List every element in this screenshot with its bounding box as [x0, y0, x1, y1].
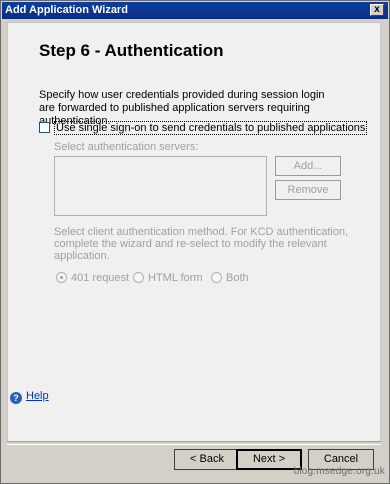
help-link-row[interactable]: ? Help	[10, 390, 49, 404]
help-icon: ?	[10, 392, 22, 404]
window-title: Add Application Wizard	[5, 4, 128, 16]
radio-unselected-icon	[211, 272, 222, 283]
radio-unselected-icon	[133, 272, 144, 283]
servers-listbox[interactable]	[54, 156, 267, 216]
title-bar: Add Application Wizard x	[2, 2, 388, 19]
radio-label: Both	[226, 272, 249, 284]
next-button[interactable]: Next >	[236, 449, 302, 470]
auth-method-radios: 401 request HTML form Both	[56, 272, 316, 286]
wizard-content: Step 6 - Authentication Specify how user…	[7, 22, 381, 442]
add-server-button[interactable]: Add...	[275, 156, 341, 176]
auth-method-text: Select client authentication method. For…	[54, 226, 349, 262]
back-button[interactable]: < Back	[174, 449, 240, 470]
footer-divider	[7, 441, 381, 445]
radio-label: 401 request	[71, 272, 130, 284]
wizard-window: Add Application Wizard x Step 6 - Authen…	[0, 0, 390, 484]
sso-checkbox-label[interactable]: Use single sign-on to send credentials t…	[54, 121, 368, 135]
radio-label: HTML form	[148, 272, 203, 284]
watermark: blog.msedge.org.uk	[293, 466, 385, 477]
radio-401-request[interactable]: 401 request	[56, 272, 129, 284]
radio-selected-icon	[56, 272, 67, 283]
help-link[interactable]: Help	[26, 390, 49, 402]
page-title: Step 6 - Authentication	[39, 41, 224, 60]
radio-both[interactable]: Both	[211, 272, 249, 284]
radio-html-form[interactable]: HTML form	[133, 272, 203, 284]
sso-checkbox[interactable]	[39, 122, 50, 133]
remove-server-button[interactable]: Remove	[275, 180, 341, 200]
servers-label: Select authentication servers:	[54, 141, 199, 153]
sso-checkbox-row[interactable]: Use single sign-on to send credentials t…	[39, 121, 368, 136]
close-button[interactable]: x	[370, 4, 384, 16]
close-icon: x	[374, 4, 380, 15]
